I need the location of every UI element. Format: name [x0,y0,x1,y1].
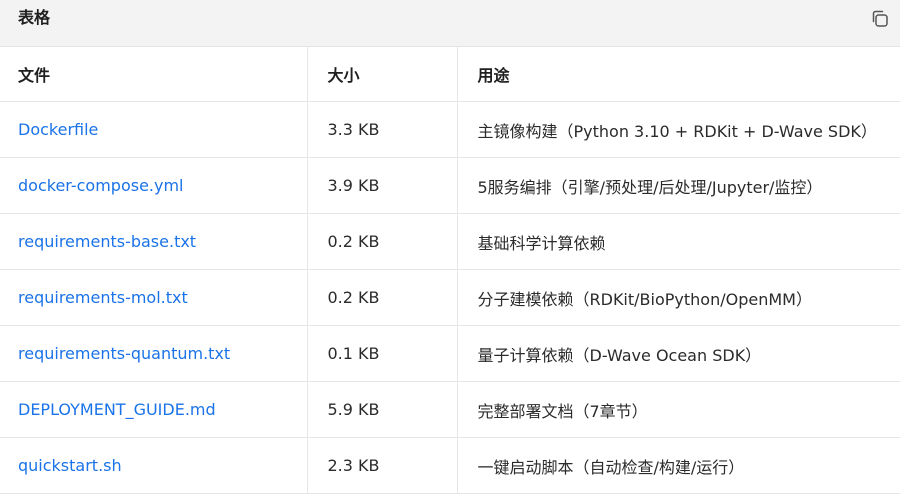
table-row: requirements-mol.txt 0.2 KB 分子建模依赖（RDKit… [0,269,900,326]
purpose-cell: 主镜像构建（Python 3.10 + RDKit + D-Wave SDK） [456,101,900,158]
file-cell: docker-compose.yml [0,157,307,214]
file-table: 文件 大小 用途 Dockerfile 3.3 KB 主镜像构建（Python … [0,46,900,494]
file-link[interactable]: requirements-quantum.txt [18,344,230,363]
file-link[interactable]: requirements-mol.txt [18,288,188,307]
purpose-cell: 5服务编排（引擎/预处理/后处理/Jupyter/监控） [456,157,900,214]
copy-icon-glyph [872,10,888,27]
column-header-file: 文件 [0,46,307,102]
size-cell: 0.2 KB [306,213,457,270]
size-cell: 0.1 KB [306,325,457,382]
table-row: docker-compose.yml 3.9 KB 5服务编排（引擎/预处理/后… [0,157,900,214]
table-header-row: 文件 大小 用途 [0,46,900,102]
size-cell: 2.3 KB [306,437,457,494]
file-link[interactable]: DEPLOYMENT_GUIDE.md [18,400,216,419]
purpose-cell: 完整部署文档（7章节） [456,381,900,438]
table-row: quickstart.sh 2.3 KB 一键启动脚本（自动检查/构建/运行） [0,437,900,494]
file-cell: Dockerfile [0,101,307,158]
file-link[interactable]: requirements-base.txt [18,232,196,251]
purpose-cell: 基础科学计算依赖 [456,213,900,270]
card-header: 表格 [0,0,900,47]
size-cell: 0.2 KB [306,269,457,326]
file-link[interactable]: Dockerfile [18,120,98,139]
table-card: 表格 文件 大小 用途 Dockerfile 3.3 KB 主镜像构建（Pyth… [0,0,900,500]
column-header-size: 大小 [306,46,457,102]
size-cell: 3.3 KB [306,101,457,158]
purpose-cell: 分子建模依赖（RDKit/BioPython/OpenMM） [456,269,900,326]
size-cell: 5.9 KB [306,381,457,438]
table-row: requirements-quantum.txt 0.1 KB 量子计算依赖（D… [0,325,900,382]
file-link[interactable]: docker-compose.yml [18,176,184,195]
table-row: Dockerfile 3.3 KB 主镜像构建（Python 3.10 + RD… [0,101,900,158]
purpose-cell: 一键启动脚本（自动检查/构建/运行） [456,437,900,494]
column-header-purpose: 用途 [456,46,900,102]
purpose-cell: 量子计算依赖（D-Wave Ocean SDK） [456,325,900,382]
table-row: DEPLOYMENT_GUIDE.md 5.9 KB 完整部署文档（7章节） [0,381,900,438]
card-title: 表格 [18,8,51,27]
table-row: requirements-base.txt 0.2 KB 基础科学计算依赖 [0,213,900,270]
size-cell: 3.9 KB [306,157,457,214]
file-cell: DEPLOYMENT_GUIDE.md [0,381,307,438]
file-cell: requirements-mol.txt [0,269,307,326]
copy-icon[interactable] [869,8,891,30]
file-cell: quickstart.sh [0,437,307,494]
file-cell: requirements-base.txt [0,213,307,270]
file-cell: requirements-quantum.txt [0,325,307,382]
file-link[interactable]: quickstart.sh [18,456,122,475]
